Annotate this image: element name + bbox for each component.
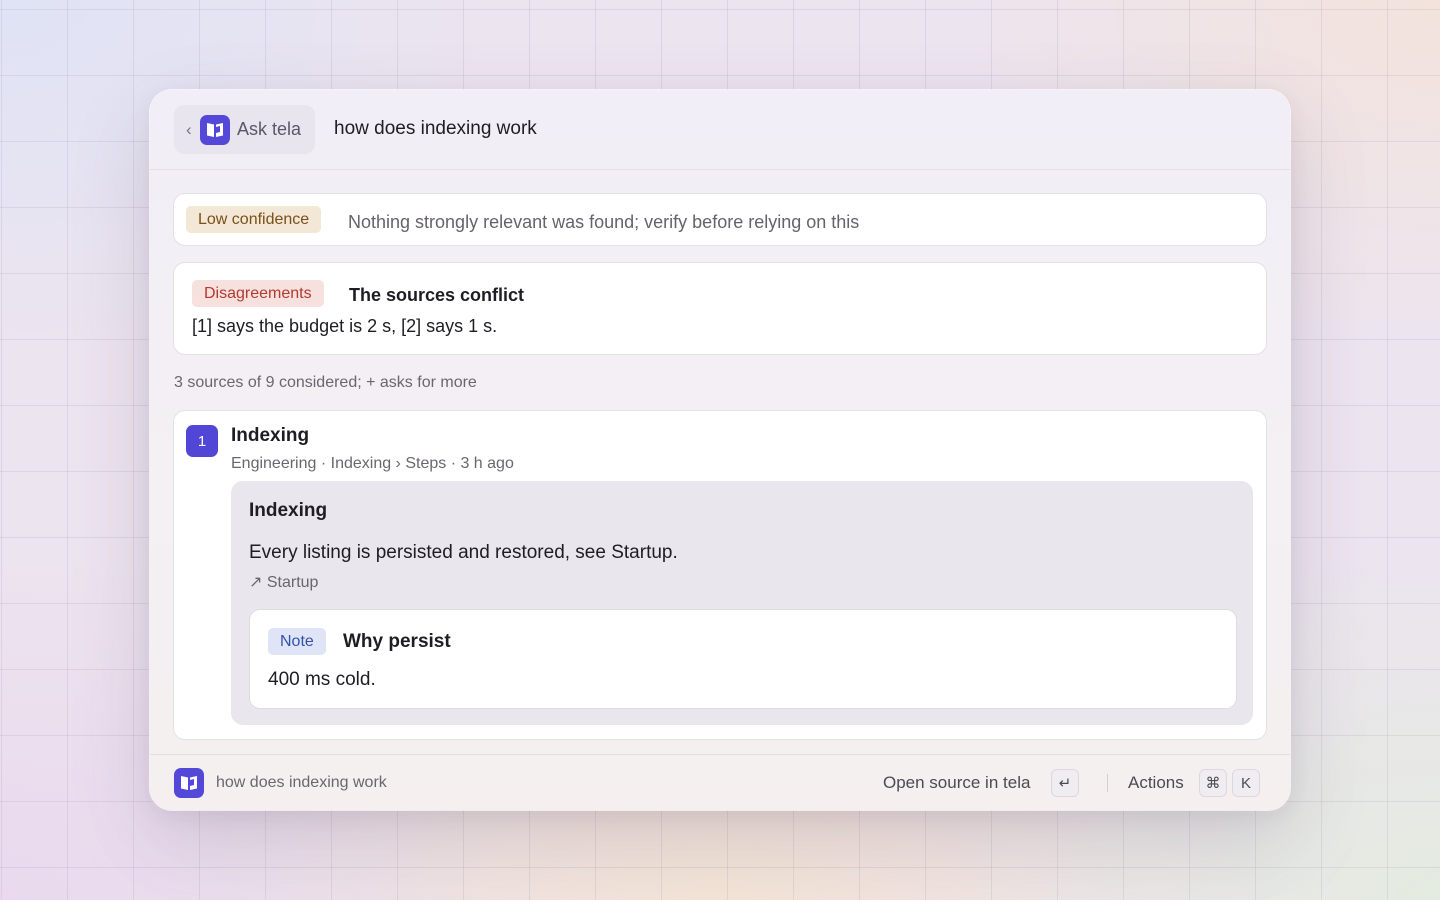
header-bar: ‹ Ask tela how does indexing work <box>150 90 1290 170</box>
disagreements-card: Disagreements The sources conflict [1] s… <box>173 262 1267 355</box>
footer-bar: how does indexing work Open source in te… <box>150 754 1290 810</box>
actions-button[interactable]: Actions <box>1128 773 1184 793</box>
note-badge: Note <box>268 628 326 655</box>
note-title: Why persist <box>343 631 451 652</box>
book-icon <box>200 114 230 145</box>
source-title: Indexing <box>231 425 310 446</box>
source-meta: Engineering · Indexing › Steps · 3 h ago <box>231 455 514 472</box>
excerpt-heading: Indexing <box>249 500 328 521</box>
confidence-card: Low confidence Nothing strongly relevant… <box>173 193 1267 246</box>
k-key-hint: K <box>1232 769 1260 797</box>
back-button[interactable]: ‹ Ask tela <box>174 105 315 154</box>
query-title: how does indexing work <box>334 118 537 139</box>
chevron-left-icon: ‹ <box>186 119 192 139</box>
sources-considered: 3 sources of 9 considered; + asks for mo… <box>174 374 477 391</box>
enter-key-hint: ↵ <box>1051 769 1079 797</box>
disagreements-body: [1] says the budget is 2 s, [2] says 1 s… <box>192 316 498 336</box>
footer-divider <box>1107 774 1108 792</box>
source-number-badge: 1 <box>186 425 218 457</box>
open-source-action[interactable]: Open source in tela <box>883 773 1030 793</box>
disagreements-badge: Disagreements <box>192 280 324 307</box>
book-icon <box>174 768 204 798</box>
startup-link[interactable]: ↗ Startup <box>249 572 318 592</box>
back-button-label: Ask tela <box>237 119 302 139</box>
disagreements-title: The sources conflict <box>349 285 525 305</box>
source-excerpt: Indexing Every listing is persisted and … <box>231 481 1253 725</box>
footer-query: how does indexing work <box>216 774 387 791</box>
low-confidence-badge: Low confidence <box>186 206 322 233</box>
command-key-hint: ⌘ <box>1199 769 1227 797</box>
note-body: 400 ms cold. <box>268 669 376 690</box>
note-callout: Note Why persist 400 ms cold. <box>249 609 1237 709</box>
excerpt-body: Every listing is persisted and restored,… <box>249 542 678 563</box>
source-card[interactable]: 1 Indexing Engineering · Indexing › Step… <box>173 410 1267 740</box>
ask-tela-window: ‹ Ask tela how does indexing work Low co… <box>150 90 1290 810</box>
confidence-message: Nothing strongly relevant was found; ver… <box>348 212 860 232</box>
